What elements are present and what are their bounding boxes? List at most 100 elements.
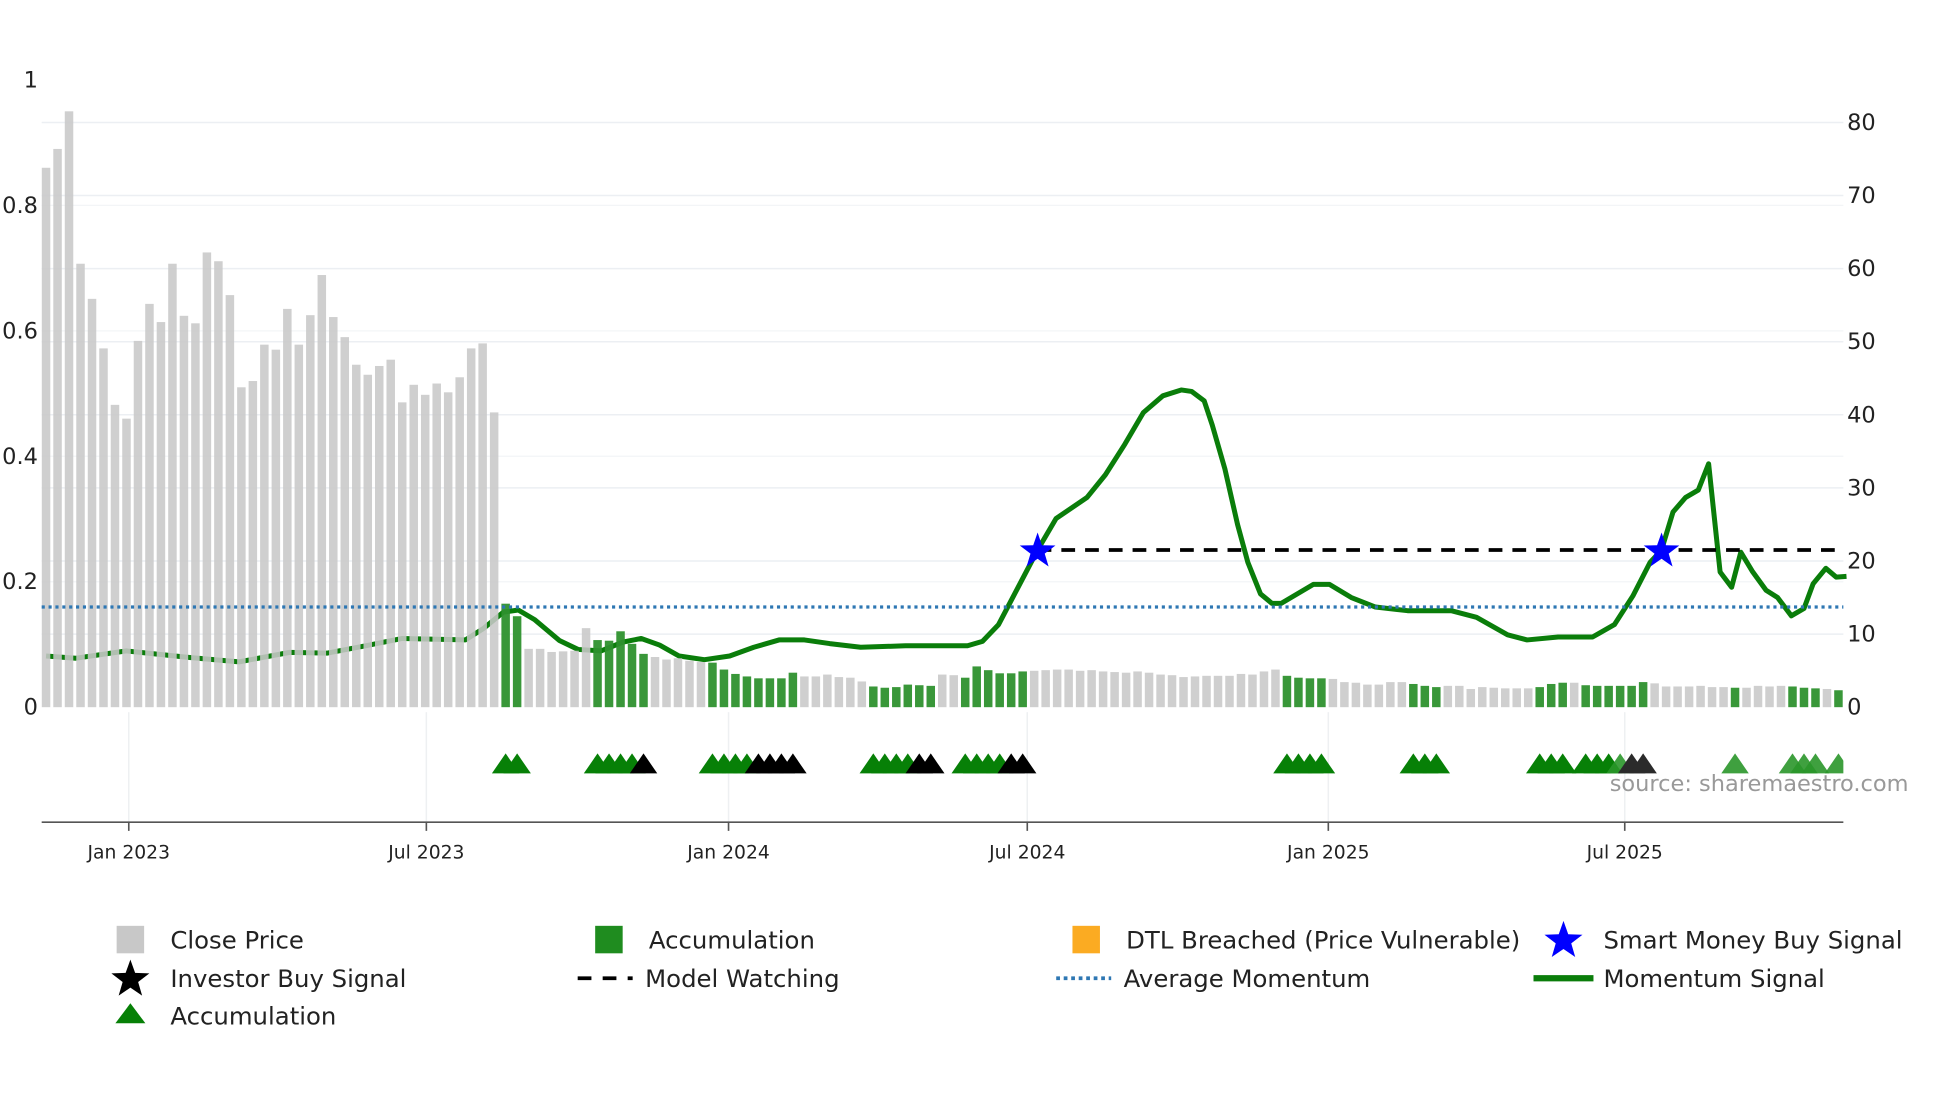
close-price-bar: [41, 167, 51, 708]
close-price-bar: [1098, 671, 1108, 708]
close-price-bar: [938, 674, 947, 708]
accumulation-bar: [1811, 688, 1820, 708]
accumulation-bar: [1558, 682, 1567, 708]
close-price-bar: [696, 662, 706, 708]
accumulation-bar: [869, 686, 878, 708]
close-price-bar: [386, 359, 395, 708]
close-price-bar: [811, 676, 821, 708]
close-price-bar: [1374, 684, 1384, 708]
x-axis-tick-label: Jul 2024: [988, 842, 1065, 863]
close-price-bar: [443, 392, 453, 708]
accumulation-bar: [1294, 677, 1303, 708]
close-price-bar: [1650, 683, 1659, 708]
close-price-bar: [329, 317, 338, 708]
close-price-bar: [1478, 687, 1487, 708]
close-price-bar: [1190, 676, 1200, 708]
legend-item: Model Watching: [577, 964, 840, 993]
close-price-bar: [202, 252, 212, 708]
close-price-bar: [1328, 678, 1338, 708]
close-price-bar: [1248, 674, 1257, 708]
close-price-bar: [122, 418, 131, 708]
accumulation-bar: [1730, 687, 1740, 708]
close-price-bar: [478, 343, 487, 708]
orange-square-icon: [1072, 925, 1100, 954]
close-price-bar: [1167, 675, 1177, 708]
accumulation-bar: [1317, 678, 1326, 708]
close-price-bar: [214, 261, 223, 708]
close-price-bar: [397, 402, 407, 708]
close-price-bar: [466, 348, 476, 708]
close-price-bar: [1271, 669, 1280, 708]
legend-item: Close Price: [116, 925, 304, 954]
black-star-icon: [111, 959, 150, 996]
accumulation-bar: [512, 616, 522, 708]
close-price-bar: [535, 648, 545, 708]
close-price-bar: [1455, 685, 1464, 708]
close-price-bar: [1822, 688, 1832, 708]
legend-item: Momentum Signal: [1533, 964, 1825, 993]
close-price-bar: [1156, 674, 1165, 708]
close-price-bar: [489, 412, 499, 708]
momentum-signal-line: [45, 387, 1847, 665]
legend-item: Investor Buy Signal: [111, 959, 406, 996]
legend: Close Price Accumulation DTL Breached (Pri…: [111, 920, 1903, 1031]
close-price-bar: [375, 365, 384, 708]
left-axis-tick-label: 0: [24, 695, 38, 721]
close-price-bar: [432, 383, 441, 708]
close-price-bar: [76, 263, 85, 708]
left-axis-tick-label: 0.2: [2, 569, 38, 595]
close-price-bar: [237, 387, 246, 708]
accumulation-bar: [1018, 671, 1027, 708]
right-axis-tick-label: 0: [1847, 695, 1861, 721]
accumulation-bar: [1006, 673, 1016, 708]
momentum-chart: 00.20.40.60.8101020304050607080Jan 2023 J…: [2, 67, 1908, 1031]
accumulation-bar: [754, 678, 763, 708]
close-price-bar: [1052, 669, 1062, 708]
legend-label: DTL Breached (Price Vulnerable): [1126, 925, 1520, 954]
legend-item: Average Momentum: [1056, 964, 1370, 993]
close-price-bar: [1225, 675, 1234, 708]
left-axis-tick-label: 0.6: [2, 318, 38, 344]
close-price-bar: [1087, 670, 1096, 708]
close-price-bar: [1144, 672, 1154, 708]
close-price-bar: [248, 381, 258, 708]
close-price-bar: [53, 148, 62, 708]
close-price-bar: [156, 322, 166, 708]
close-price-bar: [409, 384, 418, 708]
close-price-bar: [1673, 686, 1682, 708]
close-price-bar: [1742, 687, 1751, 708]
accumulation-bar: [1604, 685, 1613, 708]
close-price-bar: [570, 650, 579, 708]
left-axis-tick-label: 0.4: [2, 444, 38, 470]
close-price-bar: [420, 394, 430, 708]
green-triangle-icon: [115, 1003, 146, 1024]
close-price-bar: [547, 651, 556, 708]
close-price-bar: [1707, 687, 1717, 708]
close-price-bar: [168, 263, 177, 708]
close-price-bar: [283, 308, 292, 708]
right-axis-tick-label: 40: [1847, 402, 1876, 428]
close-price-bar: [110, 404, 120, 708]
accumulation-bar: [742, 676, 752, 708]
legend-item: Smart Money Buy Signal: [1544, 920, 1903, 957]
accumulation-bar: [903, 684, 913, 708]
close-price-bar: [145, 303, 154, 708]
close-price-bar: [1202, 675, 1211, 708]
close-price-bar: [581, 628, 591, 708]
right-axis-tick-label: 80: [1847, 110, 1876, 136]
accumulation-bar: [1409, 683, 1418, 708]
close-price-bar: [1661, 686, 1671, 708]
right-axis-tick-label: 50: [1847, 329, 1876, 355]
close-price-bar: [1213, 675, 1223, 708]
close-price-bar: [1133, 671, 1142, 708]
close-price-bar: [857, 681, 867, 708]
legend-label: Close Price: [170, 925, 304, 954]
accumulation-bar: [1282, 675, 1292, 708]
legend-item: Accumulation: [595, 925, 815, 954]
accumulation-bar: [627, 643, 637, 708]
accumulation-bar: [892, 687, 901, 708]
close-price-bar: [1363, 684, 1372, 708]
accumulation-bar: [788, 672, 798, 708]
close-price-bar: [1765, 686, 1774, 708]
legend-label: Accumulation: [649, 925, 815, 954]
